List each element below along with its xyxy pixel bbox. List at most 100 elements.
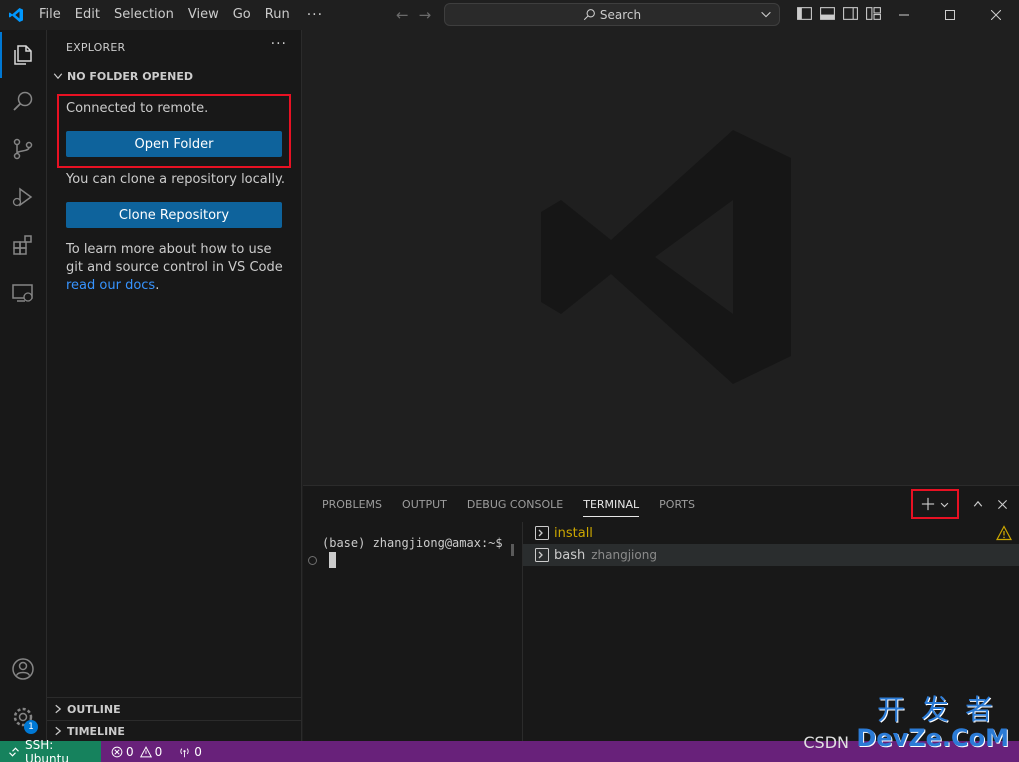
customize-layout-icon[interactable] (865, 5, 882, 22)
terminal-name: install (554, 525, 593, 541)
section-no-folder-opened[interactable]: NO FOLDER OPENED (47, 65, 301, 87)
chevron-down-icon[interactable] (939, 499, 950, 510)
warning-icon (139, 745, 152, 757)
tab-output[interactable]: OUTPUT (392, 486, 457, 522)
bottom-panel: PROBLEMS OUTPUT DEBUG CONSOLE TERMINAL P… (303, 485, 1019, 742)
menu-selection[interactable]: Selection (107, 0, 181, 30)
learn-more-body: To learn more about how to use git and s… (66, 242, 283, 275)
ports-status[interactable]: 0 (178, 745, 202, 759)
close-window-button[interactable] (973, 0, 1019, 30)
forward-arrow-icon[interactable]: → (419, 6, 432, 24)
editor-area (303, 30, 1019, 485)
activity-accounts[interactable] (0, 646, 46, 692)
sidebar-title: EXPLORER (66, 41, 126, 54)
remote-explorer-icon (12, 284, 33, 302)
activity-explorer[interactable] (0, 32, 46, 78)
terminal-tabs-list: install bash zhangjiong (522, 522, 1019, 742)
warning-count: 0 (154, 744, 163, 759)
new-terminal-button[interactable] (911, 489, 959, 519)
source-control-icon (13, 138, 33, 160)
tab-terminal[interactable]: TERMINAL (573, 486, 649, 522)
activity-run-debug[interactable] (0, 174, 46, 220)
tab-ports[interactable]: PORTS (649, 486, 705, 522)
search-icon (13, 91, 33, 111)
terminal-scrollbar[interactable] (511, 544, 514, 556)
close-panel-button[interactable] (991, 493, 1013, 515)
back-arrow-icon[interactable]: ← (396, 6, 409, 24)
terminal-icon (535, 526, 549, 540)
close-icon (997, 499, 1007, 509)
remote-icon (9, 746, 19, 757)
tab-problems[interactable]: PROBLEMS (322, 486, 392, 522)
menu-go[interactable]: Go (226, 0, 258, 30)
maximize-icon (945, 10, 955, 20)
section-title-label: NO FOLDER OPENED (67, 69, 193, 83)
remote-indicator[interactable]: SSH: Ubuntu (0, 737, 101, 762)
terminal-output[interactable]: (base) zhangjiong@amax:~$ (303, 522, 522, 742)
section-outline[interactable]: OUTLINE (47, 698, 301, 720)
chevron-down-icon[interactable] (759, 7, 773, 21)
command-decoration-icon (308, 556, 317, 565)
window-controls (881, 0, 1019, 30)
timeline-label: TIMELINE (67, 724, 125, 738)
chevron-right-icon (49, 703, 67, 715)
vscode-watermark-icon (541, 130, 791, 384)
tab-debug-console[interactable]: DEBUG CONSOLE (457, 486, 573, 522)
minimize-icon (899, 14, 909, 16)
terminal-tab-install[interactable]: install (523, 522, 1019, 544)
maximize-panel-button[interactable] (967, 493, 989, 515)
menu-bar: File Edit Selection View Go Run ··· (32, 0, 333, 30)
plus-icon (921, 497, 934, 511)
sidebar-more-actions[interactable]: ··· (271, 36, 287, 52)
chevron-down-icon (49, 70, 67, 82)
menu-view[interactable]: View (181, 0, 226, 30)
chevron-up-icon (973, 500, 983, 507)
account-icon (12, 658, 34, 680)
activity-manage[interactable]: 1 (0, 694, 46, 740)
terminal-icon (535, 548, 549, 562)
clone-text: You can clone a repository locally. (66, 172, 285, 187)
maximize-button[interactable] (927, 0, 973, 30)
activity-source-control[interactable] (0, 126, 46, 172)
toggle-primary-sidebar-icon[interactable] (796, 5, 813, 22)
close-icon (991, 10, 1001, 20)
layout-controls (796, 5, 882, 22)
search-label: Search (599, 7, 642, 22)
open-folder-button[interactable]: Open Folder (66, 131, 282, 157)
activity-bar: 1 (0, 30, 47, 741)
panel-tabs: PROBLEMS OUTPUT DEBUG CONSOLE TERMINAL P… (322, 486, 705, 522)
ports-count: 0 (194, 744, 202, 759)
broadcast-icon (180, 747, 189, 757)
learn-more-text: To learn more about how to use git and s… (66, 241, 286, 295)
activity-extensions[interactable] (0, 222, 46, 268)
activity-remote-explorer[interactable] (0, 270, 46, 316)
menu-more-button[interactable]: ··· (297, 7, 333, 23)
terminal-name: bash (554, 547, 586, 563)
extensions-icon (13, 235, 32, 255)
command-center-search[interactable]: Search (444, 3, 780, 26)
toggle-panel-icon[interactable] (819, 5, 836, 22)
toggle-secondary-sidebar-icon[interactable] (842, 5, 859, 22)
panel-actions (911, 486, 1019, 522)
connected-text: Connected to remote. (66, 101, 209, 116)
settings-badge: 1 (24, 720, 38, 734)
minimize-button[interactable] (881, 0, 927, 30)
menu-edit[interactable]: Edit (68, 0, 107, 30)
problems-status[interactable]: 0 0 (111, 745, 162, 759)
terminal-tab-bash[interactable]: bash zhangjiong (523, 544, 1019, 566)
error-icon (111, 746, 123, 757)
explorer-icon (14, 45, 32, 65)
menu-file[interactable]: File (32, 0, 68, 30)
menu-run[interactable]: Run (258, 0, 297, 30)
remote-label: SSH: Ubuntu (25, 737, 69, 762)
activity-search[interactable] (0, 78, 46, 124)
title-bar: File Edit Selection View Go Run ··· ← → … (0, 0, 1019, 30)
read-docs-link[interactable]: read our docs (66, 278, 155, 293)
navigation-arrows: ← → (396, 0, 431, 30)
learn-more-end: . (155, 278, 160, 293)
warning-icon (996, 525, 1012, 541)
vscode-logo-icon (0, 0, 32, 30)
error-count: 0 (126, 744, 134, 759)
clone-repository-button[interactable]: Clone Repository (66, 202, 282, 228)
run-debug-icon (12, 187, 33, 207)
